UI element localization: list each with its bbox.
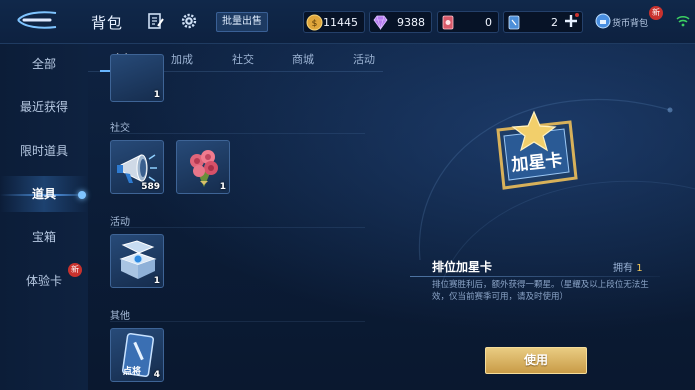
tab-mall[interactable]: 商城 <box>292 51 314 67</box>
section-label-activity: 活动 <box>110 217 130 228</box>
sidebar-item-limited[interactable]: 限时道具 <box>0 133 88 169</box>
gear-icon[interactable] <box>180 12 198 30</box>
new-badge: 新 <box>649 6 663 20</box>
wallet-icon[interactable] <box>594 12 612 30</box>
ticket-value: 0 <box>485 16 492 29</box>
wifi-icon <box>676 16 690 27</box>
batch-sell-button[interactable]: 批量出售 <box>216 12 268 32</box>
sidebar-item-props[interactable]: 道具 <box>0 176 88 212</box>
page-title: 背包 <box>91 14 124 32</box>
add-star-card-emblem: 加星卡 <box>496 110 578 190</box>
section-label-other: 其他 <box>110 311 130 322</box>
currency-bag-label[interactable]: 货币背包 <box>612 16 648 29</box>
currency-diamond[interactable]: 9388 <box>369 11 432 33</box>
top-bar: 背包 批量出售 $ 11445 9388 0 2 货币背包 新 <box>0 0 695 44</box>
item-count: 589 <box>141 182 160 192</box>
divider <box>110 227 365 228</box>
gold-value: 11445 <box>323 16 358 29</box>
item-slot-top[interactable]: 1 <box>110 54 164 102</box>
purple-diamond-icon <box>373 15 388 31</box>
active-indicator-dot <box>78 191 86 199</box>
item-name: 排位加星卡 <box>432 260 493 274</box>
tab-boost[interactable]: 加成 <box>171 51 193 67</box>
use-button[interactable]: 使用 <box>485 347 587 374</box>
card-value: 2 <box>551 16 558 29</box>
tab-activity[interactable]: 活动 <box>353 51 375 67</box>
voucher-card-text: 点将 <box>123 367 142 377</box>
divider <box>110 133 365 134</box>
item-count: 1 <box>153 90 160 100</box>
divider <box>110 321 365 322</box>
sidebar-item-all[interactable]: 全部 <box>0 46 88 82</box>
item-slot-voucher[interactable]: 点将 4 <box>110 328 164 382</box>
owned-count: 1 <box>636 263 643 274</box>
gold-coin-icon: $ <box>306 14 323 31</box>
blue-card-icon <box>508 15 520 30</box>
sidebar-item-recent[interactable]: 最近获得 <box>0 89 88 125</box>
section-label-social: 社交 <box>110 123 130 134</box>
item-slot-megaphone[interactable]: 589 <box>110 140 164 194</box>
sidebar-item-chest[interactable]: 宝箱 <box>0 219 88 255</box>
owned-label: 拥有 1 <box>613 259 643 274</box>
item-count: 1 <box>153 276 160 286</box>
item-slot-gift-box[interactable]: 1 <box>110 234 164 288</box>
red-ticket-icon <box>442 15 454 30</box>
edit-icon[interactable] <box>147 12 165 30</box>
item-slot-roses[interactable]: 1 <box>176 140 230 194</box>
back-arrow-icon[interactable] <box>16 9 58 31</box>
currency-ticket[interactable]: 0 <box>437 11 499 33</box>
currency-gold[interactable]: $ 11445 <box>303 11 365 33</box>
plus-icon[interactable] <box>563 13 579 29</box>
diamond-value: 9388 <box>397 16 425 29</box>
item-description: 排位赛胜利后，额外获得一颗星。（星耀及以上段位无法生效，仅当前赛季可用，请及时使… <box>432 280 649 302</box>
tab-social[interactable]: 社交 <box>232 51 254 67</box>
item-count: 1 <box>219 182 226 192</box>
item-count: 4 <box>153 370 160 380</box>
svg-text:$: $ <box>312 19 318 29</box>
owned-label-text: 拥有 <box>613 263 633 274</box>
detail-divider <box>410 276 660 277</box>
new-badge: 新 <box>68 263 82 277</box>
sidebar: 全部 最近获得 限时道具 道具 宝箱 体验卡 新 <box>0 44 88 390</box>
